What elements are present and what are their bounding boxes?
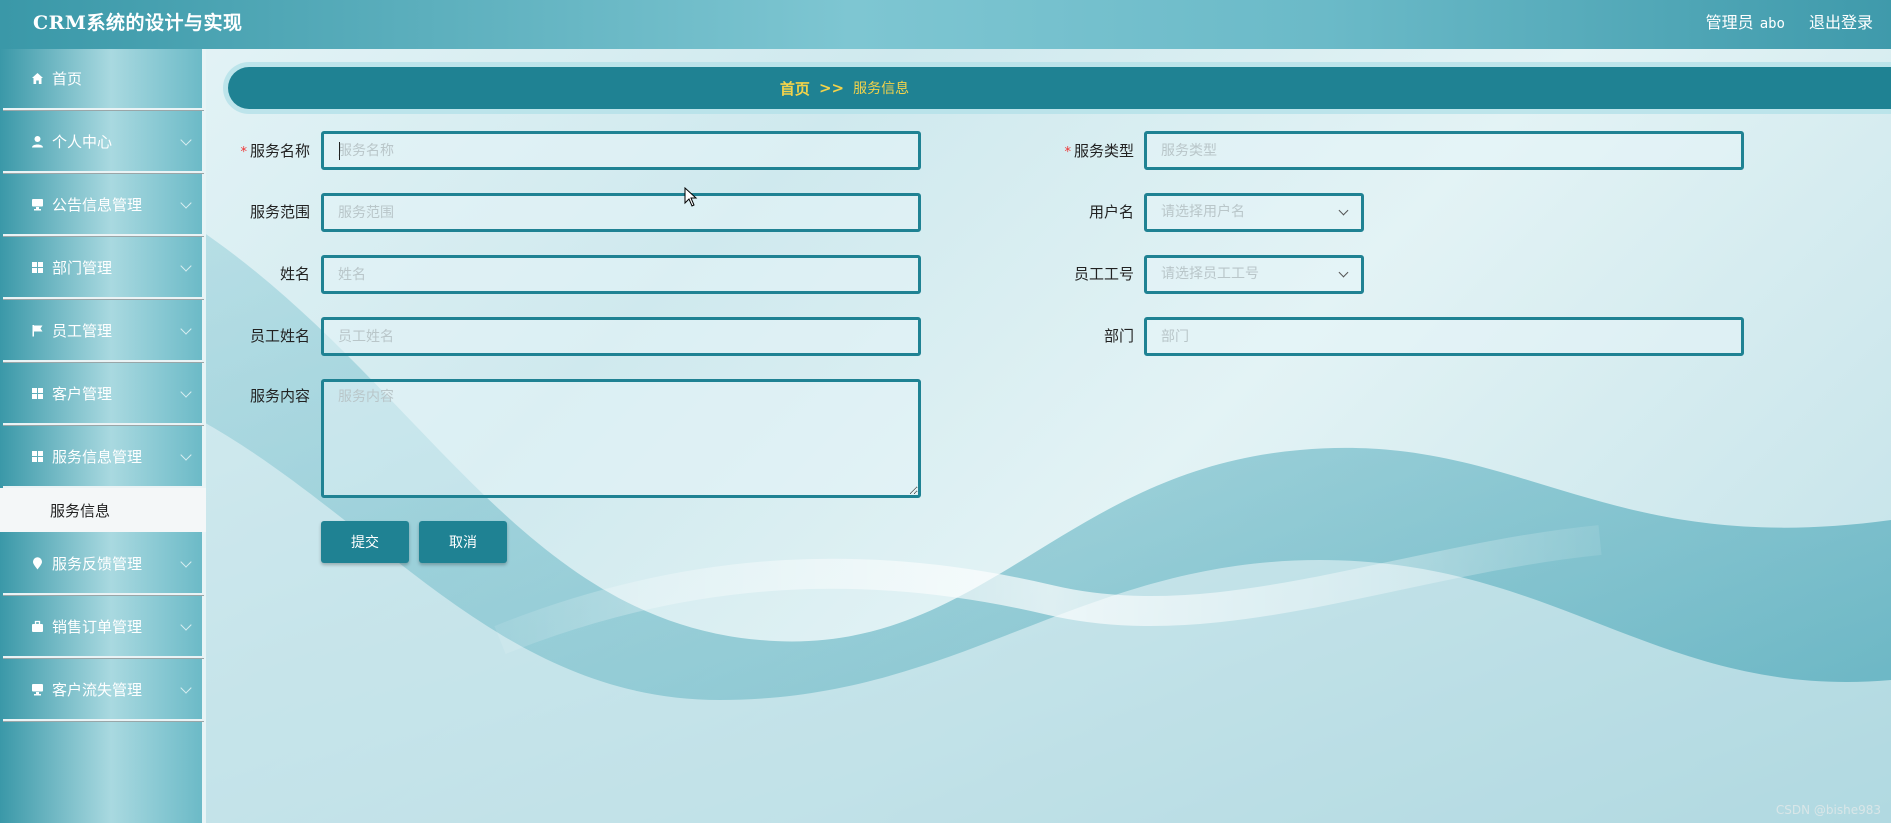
chevron-down-icon [180, 449, 192, 461]
desktop-icon [30, 683, 44, 697]
sidebar-item-employee[interactable]: 员工管理 [3, 301, 204, 362]
breadcrumb: 首页 >> 服务信息 [228, 67, 1891, 109]
logout-link[interactable]: 退出登录 [1809, 9, 1873, 33]
flag-icon [30, 324, 44, 338]
sidebar-item-label: 公告信息管理 [52, 196, 143, 214]
sidebar-item-service-info[interactable]: 服务信息管理 [3, 427, 204, 488]
sidebar-item-customer[interactable]: 客户管理 [3, 364, 204, 425]
mouse-cursor-icon [684, 187, 698, 207]
sidebar-item-label: 部门管理 [52, 259, 113, 277]
breadcrumb-home[interactable]: 首页 [780, 78, 810, 99]
service-type-input[interactable] [1144, 131, 1744, 170]
grid-icon [30, 450, 44, 464]
username-select-placeholder: 请选择用户名 [1161, 204, 1245, 220]
required-mark: * [1064, 145, 1071, 160]
sidebar-item-service-feedback[interactable]: 服务反馈管理 [3, 534, 204, 595]
username-label: 用户名 [1088, 203, 1134, 221]
chevron-down-icon [180, 134, 192, 146]
map-pin-icon [30, 557, 44, 571]
chevron-down-icon [1338, 267, 1349, 278]
service-name-label: * 服务名称 [240, 142, 310, 160]
employee-name-input[interactable] [321, 317, 921, 356]
user-icon [30, 135, 44, 149]
header-user-area: 管理员 abo 退出登录 [1706, 9, 1873, 33]
app-title: CRM系统的设计与实现 [33, 12, 243, 34]
service-type-label: * 服务类型 [1064, 142, 1134, 160]
sidebar-item-label: 销售订单管理 [52, 618, 143, 636]
sidebar-item-home[interactable]: 首页 [3, 49, 204, 110]
user-role: 管理员 [1705, 13, 1754, 32]
sidebar-item-label: 个人中心 [52, 133, 113, 151]
top-header: CRM系统的设计与实现 管理员 abo 退出登录 [0, 0, 1891, 49]
service-content-label: 服务内容 [249, 387, 310, 405]
chevron-down-icon [180, 556, 192, 568]
service-scope-input[interactable] [321, 193, 921, 232]
sidebar-item-label: 首页 [52, 70, 83, 88]
name-label: 姓名 [279, 265, 310, 283]
sidebar-item-sales-order[interactable]: 销售订单管理 [3, 597, 204, 658]
chevron-down-icon [180, 386, 192, 398]
home-icon [30, 72, 44, 86]
text-caret [339, 142, 340, 160]
name-input[interactable] [321, 255, 921, 294]
department-label: 部门 [1103, 327, 1134, 345]
sidebar-item-label: 服务信息管理 [52, 448, 143, 466]
username-select[interactable]: 请选择用户名 [1144, 193, 1364, 232]
briefcase-icon [30, 620, 44, 634]
chevron-down-icon [1338, 205, 1349, 216]
employee-id-select[interactable]: 请选择员工工号 [1144, 255, 1364, 294]
breadcrumb-separator: >> [818, 79, 845, 97]
sidebar-item-label: 员工管理 [52, 322, 113, 340]
submit-button[interactable]: 提交 [321, 521, 409, 563]
grid-icon [30, 387, 44, 401]
breadcrumb-current: 服务信息 [853, 81, 910, 97]
chevron-down-icon [180, 682, 192, 694]
cancel-button[interactable]: 取消 [419, 521, 507, 563]
service-scope-label: 服务范围 [249, 203, 310, 221]
watermark: CSDN @bishe983 [1775, 803, 1881, 817]
grid-icon [30, 261, 44, 275]
admin-label: 管理员 abo [1706, 9, 1785, 33]
sidebar-item-customer-churn[interactable]: 客户流失管理 [3, 660, 204, 721]
chevron-down-icon [180, 619, 192, 631]
desktop-icon [30, 198, 44, 212]
chevron-down-icon [180, 197, 192, 209]
sidebar-subitem-service-info[interactable]: 服务信息 [0, 488, 206, 532]
required-mark: * [240, 145, 247, 160]
sidebar-item-label: 客户管理 [52, 385, 113, 403]
sidebar-item-personal-center[interactable]: 个人中心 [3, 112, 204, 173]
chevron-down-icon [180, 323, 192, 335]
employee-name-label: 员工姓名 [249, 327, 310, 345]
department-input[interactable] [1144, 317, 1744, 356]
service-content-textarea[interactable] [321, 379, 921, 498]
sidebar-item-notice[interactable]: 公告信息管理 [3, 175, 204, 236]
service-name-input[interactable] [321, 131, 921, 170]
sidebar-item-department[interactable]: 部门管理 [3, 238, 204, 299]
chevron-down-icon [180, 260, 192, 272]
username: abo [1759, 16, 1785, 32]
sidebar-item-label: 服务反馈管理 [52, 555, 143, 573]
sidebar-item-label: 客户流失管理 [52, 681, 143, 699]
sidebar: 首页 个人中心 公告信息管理 部门管理 员工管理 客户管理 服务信息管理 服务信… [0, 49, 206, 823]
employee-id-label: 员工工号 [1073, 265, 1134, 283]
employee-id-select-placeholder: 请选择员工工号 [1161, 266, 1259, 282]
